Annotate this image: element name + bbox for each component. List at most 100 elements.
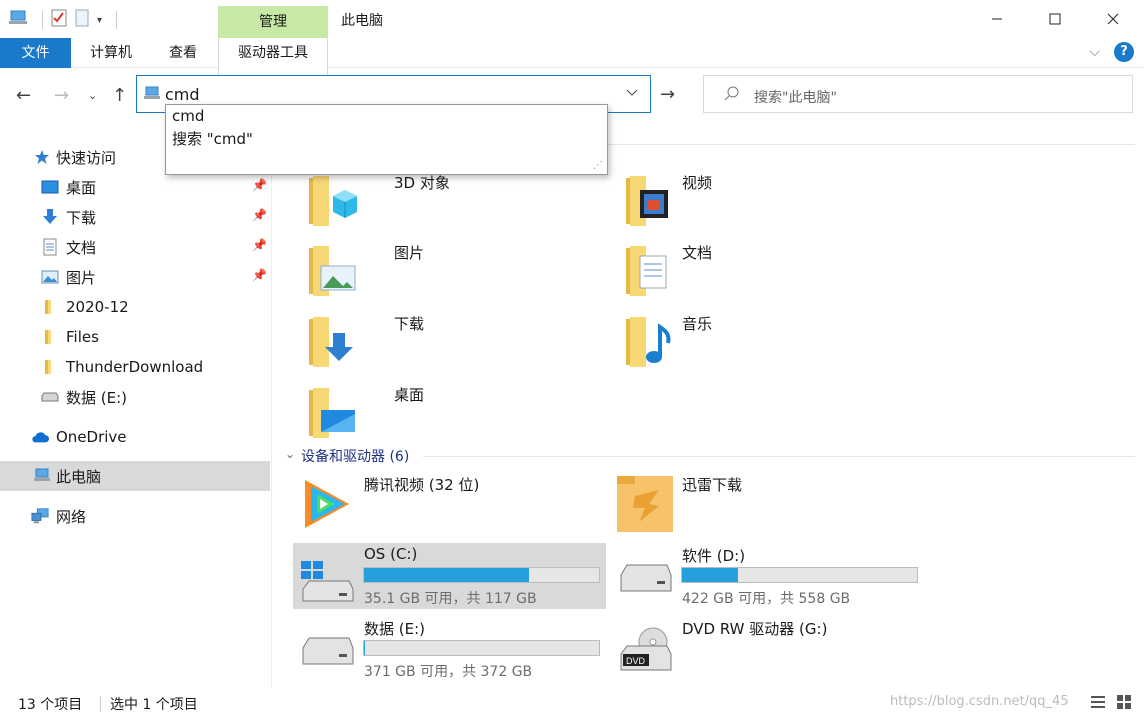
properties-icon[interactable] (51, 9, 67, 31)
sidebar-item-files[interactable]: Files (0, 322, 270, 352)
forward-arrow-icon[interactable]: → (54, 85, 69, 106)
maximize-button[interactable] (1026, 0, 1084, 38)
music-icon (626, 313, 682, 373)
sidebar-item-label: 数据 (E:) (66, 388, 128, 407)
folder-label: 下载 (394, 315, 425, 333)
large-icons-view-icon[interactable] (1116, 694, 1132, 714)
device-name: 软件 (D:) (682, 547, 746, 565)
status-separator (100, 696, 101, 712)
suggestion-item[interactable]: 搜索 "cmd" (166, 128, 607, 151)
tab-view[interactable]: 查看 (153, 38, 213, 68)
minimize-button[interactable] (968, 0, 1026, 38)
drive-d[interactable]: 软件 (D:) 422 GB 可用，共 558 GB (611, 543, 924, 609)
sidebar-item-downloads[interactable]: 下载 📌 (0, 202, 270, 232)
item-count: 13 个项目 (18, 697, 83, 713)
back-arrow-icon[interactable]: ← (16, 85, 31, 106)
folder-icon (41, 298, 59, 316)
expand-ribbon-icon[interactable]: ⌵ (1089, 44, 1100, 60)
up-arrow-icon[interactable]: ↑ (112, 85, 127, 106)
sidebar-item-label: 此电脑 (56, 467, 102, 486)
drive-space-info: 371 GB 可用，共 372 GB (364, 664, 533, 680)
sidebar-item-documents[interactable]: 文档 📌 (0, 232, 270, 262)
ribbon-tabs: 文件 计算机 查看 驱动器工具 ⌵ ? (0, 38, 1144, 104)
folder-label: 音乐 (682, 315, 713, 333)
thunder-icon (615, 474, 675, 538)
drive-usage-fill (682, 568, 739, 582)
collapse-chevron-icon[interactable]: ⌄ (285, 447, 295, 461)
sidebar-item-label: 下载 (66, 208, 97, 227)
device-name: 迅雷下载 (682, 476, 743, 494)
folder-pictures[interactable]: 图片 (303, 242, 603, 304)
resize-grip-icon[interactable]: ⋰ (593, 160, 603, 171)
help-icon[interactable]: ? (1114, 42, 1134, 62)
document-icon (626, 242, 682, 302)
3d-objects-icon (303, 172, 359, 232)
title-bar: ▾ 管理 此电脑 (0, 0, 1144, 38)
cloud-icon (31, 428, 49, 446)
go-arrow-icon[interactable]: → (660, 84, 675, 105)
tab-manage[interactable]: 管理 (218, 6, 328, 38)
recent-locations-chevron-icon[interactable]: ⌄ (88, 89, 97, 102)
suggestion-item[interactable]: cmd (166, 105, 607, 128)
windows-drive-icon (299, 559, 355, 609)
folder-videos[interactable]: 视频 (591, 172, 891, 234)
folder-desktop[interactable]: 桌面 (303, 384, 603, 446)
device-tencent-video[interactable]: 腾讯视频 (32 位) (293, 472, 606, 538)
drive-icon (41, 388, 59, 406)
device-name: DVD RW 驱动器 (G:) (682, 620, 828, 638)
sidebar-item-label: 图片 (66, 268, 97, 287)
drive-usage-bar (363, 567, 600, 583)
folder-3d-objects[interactable]: 3D 对象 (303, 172, 603, 234)
sidebar-item-data-e[interactable]: 数据 (E:) (0, 382, 270, 412)
search-box[interactable]: 搜索"此电脑" (703, 75, 1133, 113)
new-folder-icon[interactable] (75, 9, 89, 31)
sidebar-item-network[interactable]: 网络 (0, 501, 270, 531)
details-view-icon[interactable] (1090, 694, 1106, 714)
sidebar-item-pictures[interactable]: 图片 📌 (0, 262, 270, 292)
sidebar-item-desktop[interactable]: 桌面 📌 (0, 172, 270, 202)
this-pc-icon (143, 86, 161, 106)
close-button[interactable] (1084, 0, 1142, 38)
address-suggestions: cmd 搜索 "cmd" ⋰ (165, 104, 608, 175)
sidebar-item-label: 桌面 (66, 178, 97, 197)
device-thunder[interactable]: 迅雷下载 (611, 472, 924, 538)
watermark: https://blog.csdn.net/qq_45 (890, 694, 1069, 709)
drive-icon (617, 561, 673, 605)
tab-computer[interactable]: 计算机 (79, 38, 143, 68)
section-divider (423, 456, 1135, 457)
folder-music[interactable]: 音乐 (591, 313, 891, 375)
svg-text:DVD: DVD (626, 656, 646, 666)
download-icon (41, 208, 59, 226)
customize-qat-icon[interactable]: ▾ (97, 15, 102, 26)
search-icon (724, 85, 740, 105)
drive-space-info: 35.1 GB 可用，共 117 GB (364, 591, 537, 607)
sidebar-item-this-pc[interactable]: 此电脑 (0, 461, 270, 491)
folder-label: 文档 (682, 244, 713, 262)
pin-icon[interactable]: 📌 (252, 268, 267, 282)
drive-e[interactable]: 数据 (E:) 371 GB 可用，共 372 GB (293, 616, 606, 682)
pin-icon[interactable]: 📌 (252, 238, 267, 252)
drive-usage-fill (364, 641, 365, 655)
sidebar-item-label: 2020-12 (66, 298, 129, 316)
address-input[interactable]: cmd (165, 85, 200, 104)
folder-documents[interactable]: 文档 (591, 242, 891, 304)
sidebar-item-onedrive[interactable]: OneDrive (0, 422, 270, 452)
this-pc-icon (33, 467, 51, 485)
folder-icon (41, 328, 59, 346)
folder-downloads[interactable]: 下载 (303, 313, 603, 375)
sidebar-item-thunderdownload[interactable]: ThunderDownload (0, 352, 270, 382)
sidebar-item-2020-12[interactable]: 2020-12 (0, 292, 270, 322)
tab-file[interactable]: 文件 (0, 38, 71, 68)
section-header-devices[interactable]: 设备和驱动器 (6) (301, 446, 409, 466)
search-input[interactable]: 搜索"此电脑" (754, 87, 837, 107)
folder-icon (41, 358, 59, 376)
pin-icon[interactable]: 📌 (252, 178, 267, 192)
pin-icon[interactable]: 📌 (252, 208, 267, 222)
drive-g-dvd[interactable]: DVD DVD RW 驱动器 (G:) (611, 616, 924, 682)
picture-icon (303, 242, 359, 302)
navigation-pane: 快速访问 桌面 📌 下载 📌 文档 📌 图片 📌 2020-12 Files T… (0, 140, 272, 688)
drive-c[interactable]: OS (C:) 35.1 GB 可用，共 117 GB (293, 543, 606, 609)
qat-separator (42, 11, 43, 29)
chevron-down-icon[interactable] (626, 86, 638, 100)
network-icon (31, 507, 49, 525)
